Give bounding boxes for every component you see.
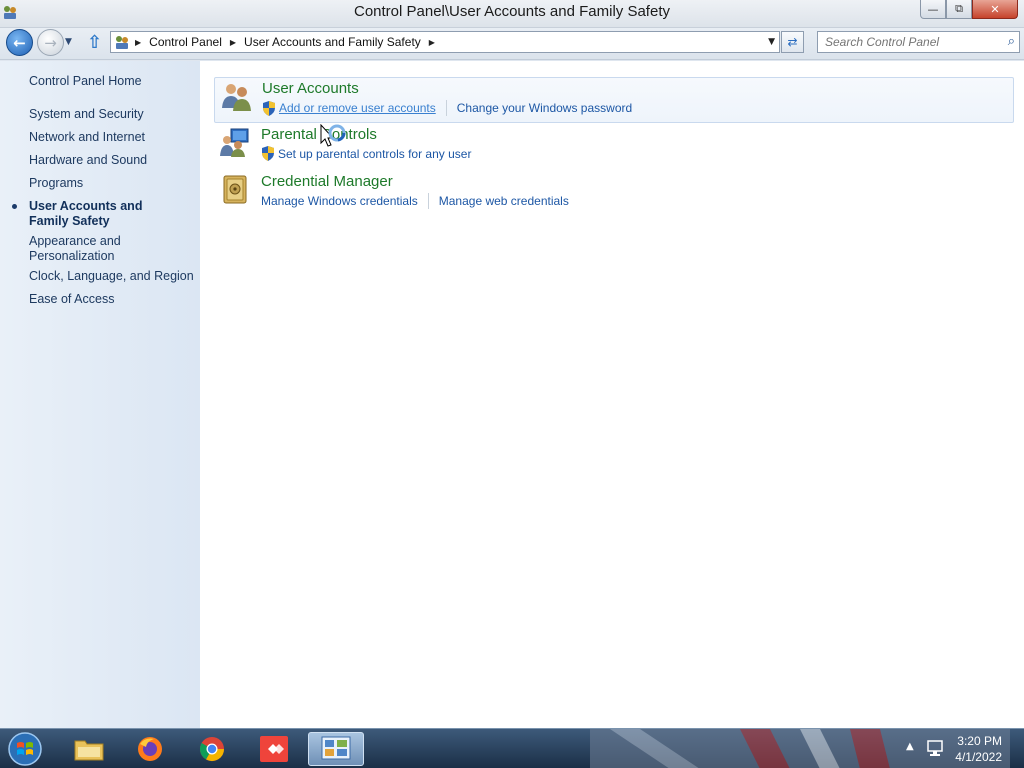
- sidebar-item-network-internet[interactable]: Network and Internet: [29, 130, 194, 145]
- recent-pages-dropdown[interactable]: ▼: [65, 37, 72, 47]
- folder-icon: [74, 740, 104, 761]
- taskbar-anydesk[interactable]: [246, 732, 302, 766]
- chevron-right-icon[interactable]: ▶: [230, 38, 236, 47]
- sidebar-item-appearance[interactable]: Appearance and Personalization: [29, 234, 149, 264]
- category-credential-manager: Credential Manager Manage Windows creden…: [214, 171, 1014, 217]
- firefox-icon: [138, 737, 162, 761]
- restore-button[interactable]: ⧉: [946, 0, 972, 19]
- sidebar-item-system-security[interactable]: System and Security: [29, 107, 194, 122]
- category-links: Set up parental controls for any user: [261, 146, 471, 161]
- taskbar-clock[interactable]: 3:20 PM 4/1/2022: [955, 733, 1002, 765]
- chevron-right-icon[interactable]: ▶: [429, 38, 435, 47]
- category-user-accounts: User Accounts Add or remove user account…: [214, 77, 1014, 123]
- address-bar[interactable]: ▶ Control Panel ▶ User Accounts and Fami…: [110, 31, 780, 53]
- add-remove-user-accounts-link[interactable]: Add or remove user accounts: [279, 101, 436, 115]
- window-controls: — ⧉ ✕: [920, 0, 1018, 19]
- link-divider: [427, 193, 429, 209]
- back-button[interactable]: ←: [6, 29, 33, 56]
- control-panel-icon: [116, 36, 128, 49]
- taskbar-chrome[interactable]: [184, 732, 240, 766]
- forward-button[interactable]: →: [37, 29, 64, 56]
- main-content: User Accounts Add or remove user account…: [200, 61, 1024, 728]
- left-nav-pane: Control Panel Home System and Security N…: [0, 61, 200, 728]
- system-tray: ▲ 3:20 PM 4/1/2022: [884, 729, 1024, 768]
- refresh-button[interactable]: ⇄: [781, 31, 804, 53]
- sidebar-item-control-panel-home[interactable]: Control Panel Home: [29, 74, 194, 89]
- sidebar-item-programs[interactable]: Programs: [29, 176, 194, 191]
- change-windows-password-link[interactable]: Change your Windows password: [457, 101, 632, 115]
- sidebar-item-hardware-sound[interactable]: Hardware and Sound: [29, 153, 194, 168]
- clock-time: 3:20 PM: [957, 734, 1002, 748]
- show-hidden-icons-button[interactable]: ▲: [906, 741, 914, 752]
- sidebar-item-clock-language-region[interactable]: Clock, Language, and Region: [29, 269, 194, 284]
- users-icon: [222, 84, 251, 111]
- anydesk-icon: [260, 736, 288, 762]
- category-title[interactable]: Credential Manager: [261, 173, 393, 190]
- setup-parental-controls-link[interactable]: Set up parental controls for any user: [278, 147, 471, 161]
- vault-icon: [223, 175, 247, 204]
- uac-shield-icon: [262, 146, 274, 161]
- manage-web-credentials-link[interactable]: Manage web credentials: [439, 194, 569, 208]
- search-input[interactable]: [818, 32, 998, 52]
- search-icon[interactable]: ⌕: [1008, 34, 1015, 49]
- breadcrumb-item-user-accounts[interactable]: User Accounts and Family Safety: [244, 35, 421, 49]
- start-button[interactable]: [3, 730, 47, 768]
- current-item-bullet: [12, 204, 17, 209]
- clock-date: 4/1/2022: [955, 750, 1002, 764]
- taskbar: ▲ 3:20 PM 4/1/2022: [0, 728, 1024, 768]
- breadcrumb-item-control-panel[interactable]: Control Panel: [149, 35, 222, 49]
- link-divider: [445, 100, 447, 116]
- minimize-button[interactable]: —: [920, 0, 946, 19]
- category-links: Manage Windows credentials Manage web cr…: [261, 193, 569, 209]
- category-links: Add or remove user accounts Change your …: [262, 100, 632, 116]
- network-icon[interactable]: [926, 739, 944, 757]
- up-button[interactable]: ⇧: [87, 32, 105, 53]
- sidebar-item-ease-of-access[interactable]: Ease of Access: [29, 292, 194, 307]
- taskbar-control-panel[interactable]: [308, 732, 364, 766]
- window-title: Control Panel\User Accounts and Family S…: [354, 3, 670, 20]
- taskbar-firefox[interactable]: [122, 732, 178, 766]
- breadcrumb: ▶ Control Panel ▶ User Accounts and Fami…: [135, 35, 443, 49]
- control-panel-icon: [321, 736, 351, 760]
- busy-cursor-icon: [320, 124, 346, 147]
- manage-windows-credentials-link[interactable]: Manage Windows credentials: [261, 194, 418, 208]
- navigation-bar: ← → ▼ ⇧ ▶ Control Panel ▶ User Accounts …: [0, 28, 1024, 60]
- title-bar: Control Panel\User Accounts and Family S…: [0, 0, 1024, 28]
- sidebar-item-user-accounts[interactable]: User Accounts and Family Safety: [29, 199, 179, 229]
- taskbar-file-explorer[interactable]: [61, 732, 117, 766]
- category-title[interactable]: User Accounts: [262, 80, 359, 97]
- uac-shield-icon: [263, 100, 275, 116]
- parental-controls-icon: [220, 128, 249, 157]
- close-button[interactable]: ✕: [972, 0, 1018, 19]
- chrome-icon: [199, 737, 224, 762]
- address-dropdown-icon[interactable]: ▼: [768, 37, 775, 47]
- search-box[interactable]: ⌕: [817, 31, 1020, 53]
- chevron-right-icon[interactable]: ▶: [135, 38, 141, 47]
